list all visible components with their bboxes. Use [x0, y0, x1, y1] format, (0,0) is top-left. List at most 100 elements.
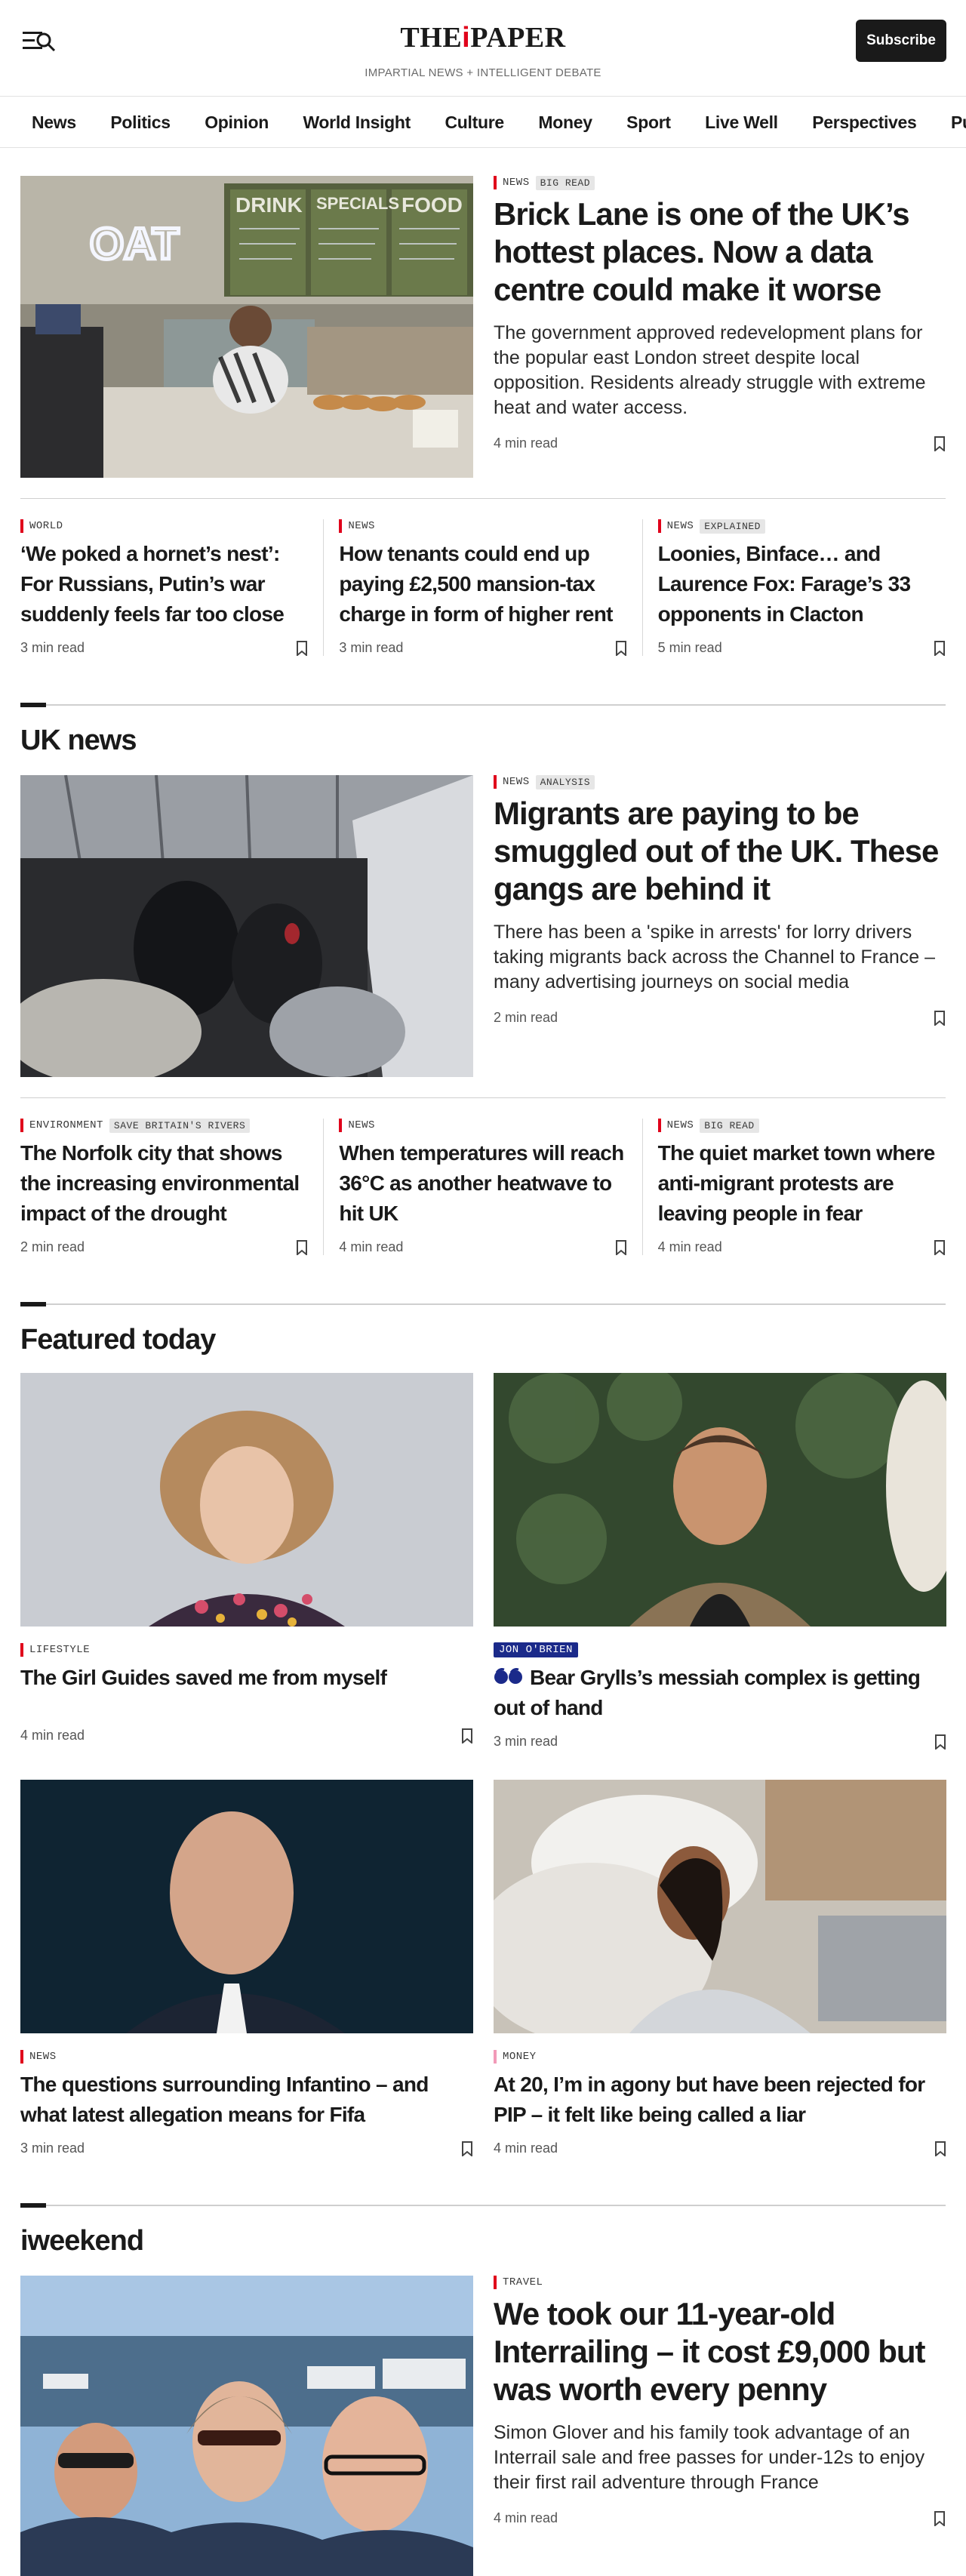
site-logo[interactable]: THEiPAPER: [0, 21, 966, 54]
nav-item-puzzles[interactable]: Puzzles: [951, 97, 966, 147]
bookmark-icon[interactable]: [934, 640, 946, 657]
story-label-badge: BIG READ: [535, 175, 595, 190]
lead-headline[interactable]: Brick Lane is one of the UK’s hottest pl…: [494, 195, 946, 309]
category-marker: [494, 2276, 497, 2289]
lead-standfirst: The government approved redevelopment pl…: [494, 322, 926, 418]
featured-headline[interactable]: Bear Grylls’s messiah complex is getting…: [494, 1663, 946, 1723]
featured-headline-text[interactable]: Bear Grylls’s messiah complex is getting…: [494, 1666, 921, 1719]
story-label-badge: SAVE BRITAIN'S RIVERS: [109, 1118, 251, 1133]
top-stories-row: WORLD ‘We poked a hornet’s nest’: For Ru…: [20, 519, 946, 657]
bookmark-icon[interactable]: [615, 1239, 627, 1256]
category-label[interactable]: NEWS: [348, 520, 375, 532]
category-label[interactable]: NEWS: [667, 1119, 694, 1131]
uk-news-lead-article: NEWS ANALYSIS Migrants are paying to be s…: [20, 774, 946, 1077]
category-label[interactable]: LIFESTYLE: [29, 1644, 90, 1656]
bookmark-icon[interactable]: [461, 2141, 473, 2157]
bookmark-icon[interactable]: [296, 640, 308, 657]
quote-icon: [494, 1664, 524, 1684]
featured-image[interactable]: [494, 1780, 946, 2033]
iweekend-section: iweekend TRAVEL We took our 11-year-old …: [20, 2203, 946, 2576]
author-badge[interactable]: JON O'BRIEN: [494, 1642, 578, 1657]
category-marker: [494, 775, 497, 789]
image-sign-food: FOOD: [401, 193, 463, 217]
iweekend-lead-image[interactable]: [20, 2276, 473, 2576]
nav-item-news[interactable]: News: [32, 97, 76, 147]
nav-item-sport[interactable]: Sport: [626, 97, 671, 147]
bookmark-icon[interactable]: [934, 2510, 946, 2527]
main-content: DRINK SPECIALS FOOD OAT NEWS BIG READ Br…: [0, 175, 966, 2576]
nav-item-opinion[interactable]: Opinion: [205, 97, 269, 147]
uk-news-lead-standfirst: There has been a 'spike in arrests' for …: [494, 922, 936, 993]
read-time: 3 min read: [20, 2141, 85, 2156]
category-label[interactable]: MONEY: [503, 2051, 537, 2063]
story-headline[interactable]: ‘We poked a hornet’s nest’: For Russians…: [20, 539, 308, 629]
category-marker: [494, 176, 497, 189]
uk-news-lead-headline[interactable]: Migrants are paying to be smuggled out o…: [494, 795, 946, 908]
read-time: 2 min read: [494, 1010, 558, 1025]
bookmark-icon[interactable]: [934, 1239, 946, 1256]
featured-headline[interactable]: The Girl Guides saved me from myself: [20, 1663, 473, 1693]
story-card: NEWS BIG READ The quiet market town where…: [641, 1118, 946, 1256]
logo-i-mark: i: [462, 22, 471, 54]
bookmark-icon[interactable]: [296, 1239, 308, 1256]
subscribe-button[interactable]: Subscribe: [856, 20, 946, 62]
bookmark-icon[interactable]: [934, 2141, 946, 2157]
category-label[interactable]: WORLD: [29, 520, 63, 532]
category-marker: [20, 519, 23, 533]
category-label[interactable]: NEWS: [667, 520, 694, 532]
category-label[interactable]: NEWS: [503, 776, 530, 788]
bookmark-icon[interactable]: [461, 1728, 473, 1744]
image-sign-oat: OAT: [90, 220, 179, 269]
category-marker: [20, 1643, 23, 1657]
featured-headline[interactable]: At 20, I’m in agony but have been reject…: [494, 2070, 946, 2130]
bookmark-icon[interactable]: [934, 435, 946, 452]
featured-image[interactable]: [20, 1373, 473, 1627]
nav-item-perspectives[interactable]: Perspectives: [812, 97, 917, 147]
iweekend-lead-headline[interactable]: We took our 11-year-old Interrailing – i…: [494, 2295, 946, 2408]
featured-headline[interactable]: The questions surrounding Infantino – an…: [20, 2070, 473, 2130]
uk-news-section: UK news NEWS ANALYSIS Migrants are payin…: [20, 703, 946, 1256]
bookmark-icon[interactable]: [615, 640, 627, 657]
section-title[interactable]: UK news: [20, 725, 946, 756]
nav-item-money[interactable]: Money: [538, 97, 592, 147]
section-title[interactable]: Featured today: [20, 1325, 946, 1355]
nav-item-politics[interactable]: Politics: [110, 97, 171, 147]
story-headline[interactable]: The Norfolk city that shows the increasi…: [20, 1138, 308, 1229]
nav-item-world-insight[interactable]: World Insight: [303, 97, 411, 147]
iweekend-lead-article: TRAVEL We took our 11-year-old Interrail…: [20, 2276, 946, 2576]
read-time: 4 min read: [494, 435, 558, 451]
story-headline[interactable]: Loonies, Binface… and Laurence Fox: Fara…: [658, 539, 946, 629]
nav-item-live-well[interactable]: Live Well: [705, 97, 778, 147]
lead-body: NEWS ANALYSIS Migrants are paying to be s…: [494, 774, 946, 1077]
image-sign-drink: DRINK: [235, 193, 303, 217]
bookmark-icon[interactable]: [934, 1734, 946, 1750]
category-label[interactable]: NEWS: [503, 177, 530, 189]
category-label[interactable]: TRAVEL: [503, 2276, 543, 2288]
category-marker: [339, 1119, 343, 1132]
divider: [20, 498, 946, 499]
featured-section: Featured today LIFESTYLE The Girl Guides…: [20, 1302, 946, 2157]
lead-meta: 4 min read: [494, 435, 946, 452]
lead-image[interactable]: DRINK SPECIALS FOOD OAT: [20, 176, 473, 478]
story-headline[interactable]: How tenants could end up paying £2,500 m…: [339, 539, 626, 629]
bookmark-icon[interactable]: [934, 1010, 946, 1026]
site-header: THEiPAPER IMPARTIAL NEWS + INTELLIGENT D…: [0, 0, 966, 97]
category-marker: [20, 1119, 23, 1132]
section-title[interactable]: iweekend: [20, 2226, 946, 2256]
nav-item-culture[interactable]: Culture: [445, 97, 505, 147]
story-headline[interactable]: When temperatures will reach 36°C as ano…: [339, 1138, 626, 1229]
category-marker: [657, 519, 661, 533]
read-time: 4 min read: [494, 2510, 558, 2525]
category-label[interactable]: ENVIRONMENT: [29, 1119, 103, 1131]
category-label[interactable]: NEWS: [348, 1119, 375, 1131]
featured-card: JON O'BRIEN Bear Grylls’s messiah comple…: [494, 1373, 946, 1750]
category-marker: [20, 2050, 23, 2064]
featured-image[interactable]: [20, 1780, 473, 2033]
uk-news-row: ENVIRONMENT SAVE BRITAIN'S RIVERS The Nor…: [20, 1118, 946, 1256]
story-card: WORLD ‘We poked a hornet’s nest’: For Ru…: [20, 519, 323, 657]
category-label[interactable]: NEWS: [29, 2051, 57, 2063]
featured-image[interactable]: [494, 1373, 946, 1627]
story-headline[interactable]: The quiet market town where anti-migrant…: [658, 1138, 946, 1229]
story-card: ENVIRONMENT SAVE BRITAIN'S RIVERS The Nor…: [20, 1118, 323, 1256]
uk-news-lead-image[interactable]: [20, 775, 473, 1077]
